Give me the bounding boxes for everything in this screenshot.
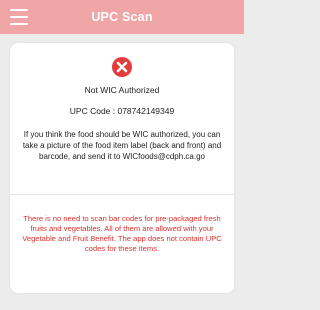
fresh-produce-notice: There is no need to scan bar codes for p… <box>22 214 222 253</box>
authorization-status: Not WIC Authorized <box>84 85 160 95</box>
instructions-text: If you think the food should be WIC auth… <box>22 130 222 161</box>
error-x-circle-icon <box>112 57 132 77</box>
scan-result-card: Not WIC Authorized UPC Code : 0787421493… <box>10 43 234 293</box>
upc-code-line: UPC Code : 078742149349 <box>69 106 175 116</box>
divider <box>10 194 234 195</box>
top-app-bar: UPC Scan <box>0 0 244 34</box>
status-icon-container <box>10 56 234 78</box>
hamburger-menu-icon[interactable] <box>10 9 28 25</box>
page-title: UPC Scan <box>91 10 153 24</box>
